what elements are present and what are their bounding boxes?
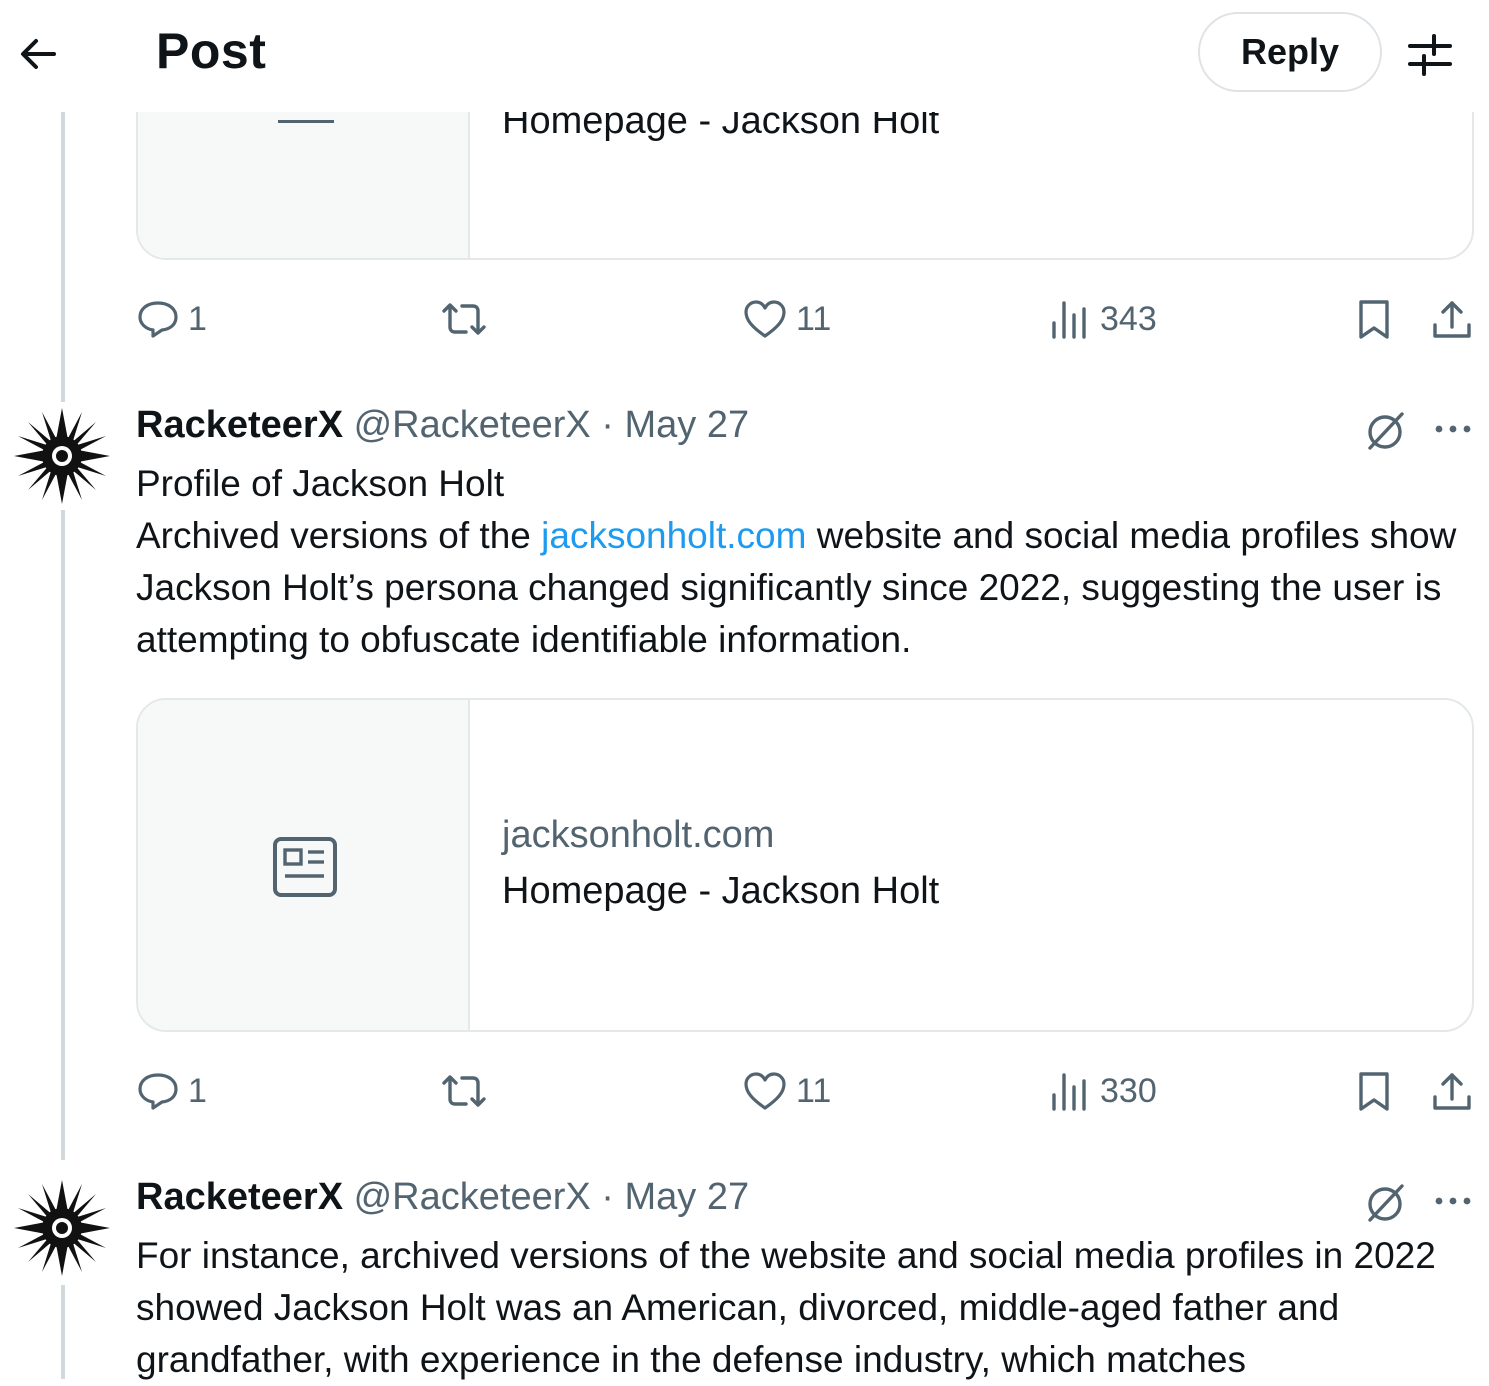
thread-line [61, 510, 65, 1160]
separator: · [601, 1176, 614, 1218]
article-icon [273, 837, 337, 897]
views-icon [1052, 1073, 1086, 1111]
post-date[interactable]: May 27 [625, 404, 750, 446]
like-action[interactable]: 11 [742, 294, 831, 344]
avatar[interactable] [12, 406, 112, 506]
post-text: For instance, archived versions of the w… [136, 1235, 1436, 1380]
thread-line [61, 112, 65, 402]
like-icon [744, 1072, 786, 1110]
bookmark-action[interactable] [1352, 1066, 1396, 1116]
views-count: 343 [1100, 299, 1157, 338]
post-text: Profile of Jackson Holt Archived version… [136, 458, 1476, 666]
bookmark-icon [1359, 1072, 1389, 1111]
separator: · [601, 404, 614, 446]
views-icon [1052, 301, 1086, 339]
like-action[interactable]: 11 [742, 1066, 831, 1116]
reply-action[interactable]: 1 [136, 294, 207, 344]
page-title: Post [156, 23, 267, 79]
share-action[interactable] [1430, 1066, 1474, 1116]
reply-count: 1 [188, 299, 207, 338]
author-name[interactable]: RacketeerX [136, 404, 343, 446]
share-icon [1433, 301, 1471, 338]
link-card[interactable]: jacksonholt.com Homepage - Jackson Holt [136, 698, 1474, 1032]
share-icon [1433, 1073, 1471, 1110]
repost-icon [442, 303, 486, 335]
back-arrow-icon[interactable] [14, 30, 62, 78]
repost-icon [442, 1075, 486, 1107]
grok-icon[interactable] [1362, 1180, 1408, 1226]
like-icon [744, 300, 786, 338]
reply-count: 1 [188, 1071, 207, 1110]
thread-line [61, 1285, 65, 1379]
post-text-line: Profile of Jackson Holt [136, 463, 505, 504]
grok-icon[interactable] [1362, 408, 1408, 454]
bookmark-icon [1359, 300, 1389, 339]
post-text-body: Archived versions of the jacksonholt.com… [136, 510, 1476, 666]
card-domain: jacksonholt.com [502, 814, 775, 856]
more-icon[interactable] [1430, 406, 1476, 452]
like-count: 11 [796, 299, 832, 338]
author-handle[interactable]: @RacketeerX [354, 404, 591, 446]
reply-icon [138, 1073, 178, 1110]
post-header: RacketeerX @RacketeerX · May 27 [136, 1176, 749, 1219]
inline-link[interactable]: jacksonholt.com [541, 515, 806, 556]
article-icon [278, 120, 334, 123]
action-bar: 1 11 330 [136, 1066, 1476, 1116]
author-handle[interactable]: @RacketeerX [354, 1176, 591, 1218]
views-action[interactable]: 330 [1048, 1066, 1157, 1116]
repost-action[interactable] [438, 1066, 490, 1116]
reply-icon [138, 301, 178, 338]
like-count: 11 [796, 1071, 832, 1110]
card-title: Homepage - Jackson Holt [502, 870, 940, 912]
top-bar: Post Reply [0, 0, 1489, 112]
reply-button[interactable]: Reply [1198, 12, 1382, 92]
more-icon[interactable] [1430, 1178, 1476, 1224]
action-bar: 1 11 343 [136, 294, 1476, 344]
reply-action[interactable]: 1 [136, 1066, 207, 1116]
settings-sliders-icon[interactable] [1404, 32, 1456, 76]
post-date[interactable]: May 27 [625, 1176, 750, 1218]
views-action[interactable]: 343 [1048, 294, 1157, 344]
views-count: 330 [1100, 1071, 1157, 1110]
repost-action[interactable] [438, 294, 490, 344]
author-name[interactable]: RacketeerX [136, 1176, 343, 1218]
bookmark-action[interactable] [1352, 294, 1396, 344]
text-before-link: Archived versions of the [136, 515, 542, 556]
avatar[interactable] [12, 1178, 112, 1278]
card-thumbnail [138, 700, 470, 1030]
post-header: RacketeerX @RacketeerX · May 27 [136, 404, 749, 447]
share-action[interactable] [1430, 294, 1474, 344]
